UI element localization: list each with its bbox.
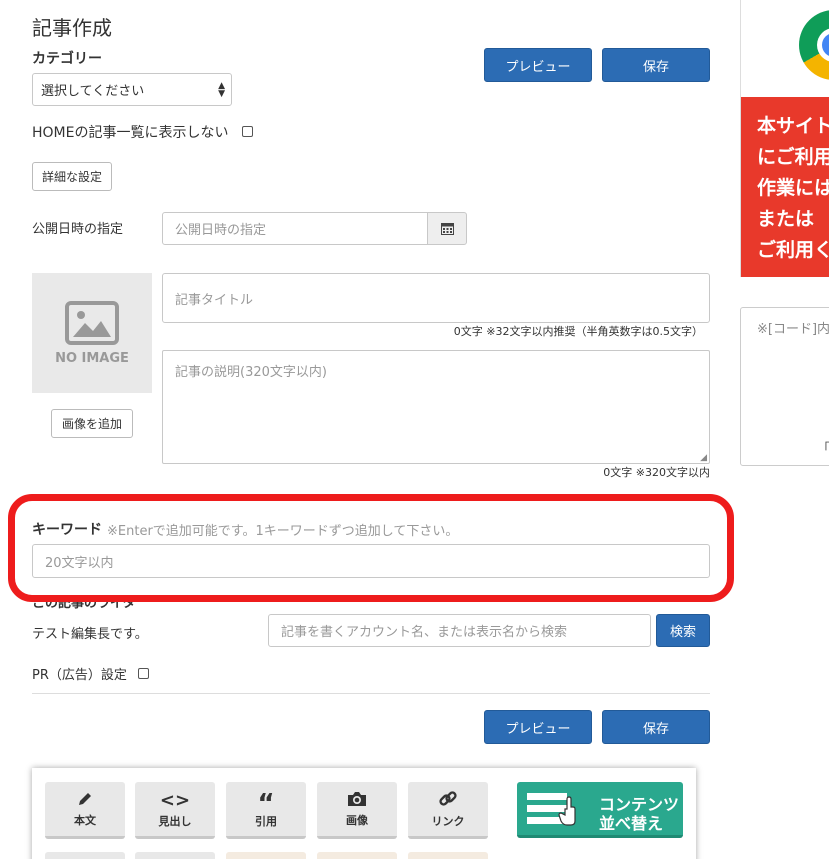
page-title: 記事作成 xyxy=(32,16,112,40)
link-icon xyxy=(439,791,457,806)
keyword-input[interactable]: 20文字以内 xyxy=(32,544,710,578)
publish-date-label: 公開日時の指定 xyxy=(32,222,124,237)
title-char-counter: 0文字 ※32文字以内推奨（半角英数字は0.5文字） xyxy=(453,325,703,338)
pr-label: PR（広告）設定 xyxy=(32,668,127,683)
home-hide-label: HOMEの記事一覧に表示しない xyxy=(32,125,229,141)
browser-logo xyxy=(799,10,829,80)
calendar-icon xyxy=(440,223,454,235)
banner-line: または xyxy=(757,208,815,230)
article-title-placeholder: 記事タイトル xyxy=(175,292,254,308)
banner-line: 本サイト xyxy=(757,115,829,137)
tool-body-text-label: 本文 xyxy=(74,814,96,827)
tool-heading-label: 見出し xyxy=(158,815,192,828)
banner-red-block: 本サイト にご利用 作業には または ご利用く xyxy=(741,97,829,277)
tool-row2-4[interactable] xyxy=(317,852,397,859)
tool-row2-5[interactable] xyxy=(408,852,488,859)
bracket-text: 「引 xyxy=(817,442,829,457)
tool-row2-1[interactable] xyxy=(45,852,125,859)
sidebar-banner[interactable]: 本サイト にご利用 作業には または ご利用く xyxy=(740,0,829,277)
description-char-counter: 0文字 ※320文字以内 xyxy=(603,466,710,479)
banner-line: ご利用く xyxy=(757,239,829,261)
tool-image[interactable]: 画像 xyxy=(317,782,397,839)
keyword-label: キーワード xyxy=(32,522,102,538)
article-description-placeholder: 記事の説明(320文字以内) xyxy=(175,365,327,380)
preview-button-bottom[interactable]: プレビュー xyxy=(484,710,592,744)
keyword-hint: ※Enterで追加可能です。1キーワードずつ追加して下さい。 xyxy=(107,524,459,539)
tool-row2-2[interactable] xyxy=(135,852,215,859)
writer-search-placeholder: 記事を書くアカウント名、または表示名から検索 xyxy=(281,625,568,640)
tool-link[interactable]: リンク xyxy=(408,782,488,839)
tool-image-label: 画像 xyxy=(346,814,368,827)
details-button[interactable]: 詳細な設定 xyxy=(32,162,112,191)
article-description-input[interactable]: 記事の説明(320文字以内) ◢ xyxy=(162,350,710,464)
tool-link-label: リンク xyxy=(431,815,465,828)
publish-date-input[interactable]: 公開日時の指定 xyxy=(162,212,428,245)
no-image-placeholder: NO IMAGE xyxy=(32,273,152,393)
camera-icon xyxy=(348,792,366,806)
quote-icon: “ xyxy=(257,789,275,819)
sort-label-line2: 並べ替え xyxy=(599,814,664,833)
pr-checkbox[interactable] xyxy=(138,668,149,679)
category-label: カテゴリー xyxy=(32,51,102,67)
tool-heading[interactable]: <> 見出し xyxy=(135,782,215,839)
select-arrows-icon: ▲ ▼ xyxy=(218,81,225,99)
category-select[interactable]: 選択してください ▲ ▼ xyxy=(32,73,232,106)
image-icon xyxy=(65,300,119,345)
pencil-icon xyxy=(79,793,91,805)
preview-button-top[interactable]: プレビュー xyxy=(484,48,592,82)
code-text: ※[コード]内 xyxy=(757,322,829,337)
tool-row2-3[interactable] xyxy=(226,852,306,859)
writer-search-input[interactable]: 記事を書くアカウント名、または表示名から検索 xyxy=(268,614,651,647)
category-select-value: 選択してください xyxy=(41,84,145,99)
content-sort-button[interactable]: コンテンツ 並べ替え xyxy=(517,782,683,838)
banner-line: 作業には xyxy=(757,177,829,199)
save-button-bottom[interactable]: 保存 xyxy=(602,710,710,744)
home-hide-checkbox[interactable] xyxy=(242,126,253,137)
banner-line: にご利用 xyxy=(757,146,829,168)
publish-date-placeholder: 公開日時の指定 xyxy=(175,223,267,238)
tool-quote[interactable]: “ 引用 xyxy=(226,782,306,839)
divider xyxy=(32,693,710,694)
article-title-input[interactable]: 記事タイトル xyxy=(162,273,710,323)
tool-body-text[interactable]: 本文 xyxy=(45,782,125,839)
resize-handle-icon[interactable]: ◢ xyxy=(700,453,707,463)
keyword-placeholder: 20文字以内 xyxy=(45,555,114,571)
sidebar-code-box: ※[コード]内 「引 xyxy=(740,307,829,466)
writer-search-button[interactable]: 検索 xyxy=(656,614,710,647)
sort-list-icon xyxy=(527,793,576,826)
calendar-button[interactable] xyxy=(427,212,467,245)
brackets-icon: <> xyxy=(159,790,191,811)
no-image-text: NO IMAGE xyxy=(55,350,129,366)
save-button-top[interactable]: 保存 xyxy=(602,48,710,82)
tool-quote-label: 引用 xyxy=(255,815,277,828)
current-writer: テスト編集長です。 xyxy=(32,627,148,642)
add-image-button[interactable]: 画像を追加 xyxy=(51,409,133,438)
